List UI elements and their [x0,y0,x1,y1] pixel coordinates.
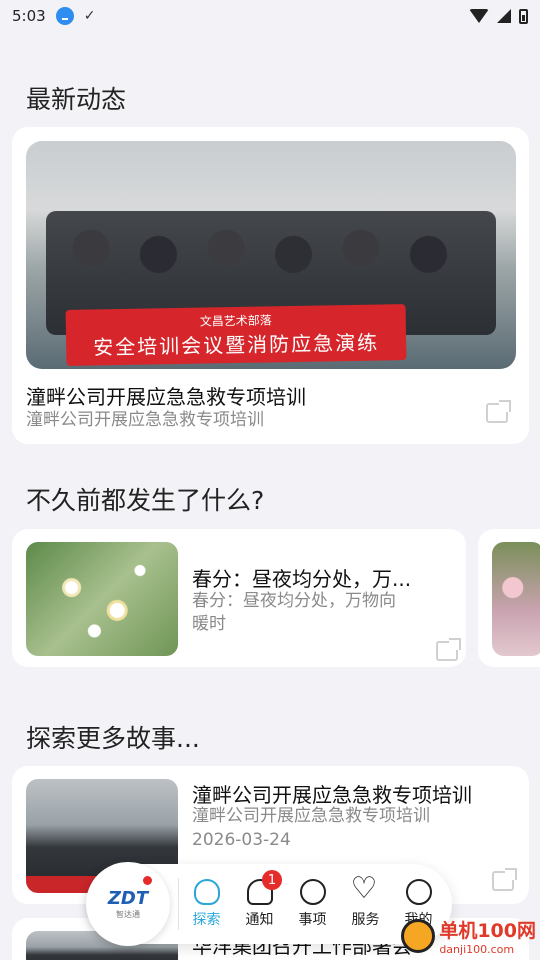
hero-subtitle: 潼畔公司开展应急急救专项培训 [26,410,264,430]
watermark-logo-icon [401,919,436,953]
heart-icon [351,871,379,906]
nav-item-notify[interactable]: 1 通知 [233,864,286,944]
photo-banner: 文昌艺术部落 安全培训会议暨消防应急演练 [65,304,407,366]
section-title-latest: 最新动态 [26,85,127,114]
nav-item-matters[interactable]: 事项 [286,864,339,944]
share-icon[interactable] [486,400,511,423]
bottom-nav: ZDT 智达通 探索 1 通知 事项 服务 我的 [86,862,452,946]
section-title-recent: 不久前都发生了什么? [26,486,265,515]
recent-title: 春分：昼夜均分处，万... [192,567,412,591]
status-bar: 5:03 ✓ [0,0,540,32]
nav-label-explore: 探索 [192,912,221,928]
nav-label-notify: 通知 [245,912,274,928]
story-subtitle: 潼畔公司开展应急急救专项培训 [192,806,430,826]
logo-subtext: 智达通 [116,910,140,919]
lightbulb-icon [193,879,220,905]
app-logo-button[interactable]: ZDT 智达通 [86,862,170,946]
nav-label-matters: 事项 [298,912,327,928]
status-time: 5:03 [12,7,46,25]
hero-news-card[interactable]: 文昌艺术部落 安全培训会议暨消防应急演练 潼畔公司开展应急急救专项培训 潼畔公司… [12,127,529,444]
section-title-explore: 探索更多故事... [26,724,200,753]
logo-text: ZDT [107,888,149,909]
check-icon: ✓ [83,8,96,24]
share-icon[interactable] [492,868,517,891]
recent-thumbnail-next [492,542,540,656]
hero-photo: 文昌艺术部落 安全培训会议暨消防应急演练 [26,141,516,369]
watermark-line1: 单机100网 [439,920,536,942]
recent-thumbnail [26,542,178,656]
nav-item-service[interactable]: 服务 [339,864,392,944]
recent-subtitle-line2: 暖时 [192,614,226,634]
battery-icon [519,8,528,24]
logo-dot [143,876,152,885]
hero-title: 潼畔公司开展应急急救专项培训 [26,385,306,409]
banner-line1: 文昌艺术部落 [199,313,272,329]
recent-card-next[interactable] [478,529,540,667]
watermark: 单机100网 danji100.com [401,916,536,956]
story-date: 2026-03-24 [192,830,291,850]
nav-divider [178,878,179,930]
smiley-icon [299,879,326,905]
recent-card[interactable]: 春分：昼夜均分处，万... 春分：昼夜均分处，万物向 暖时 [12,529,466,667]
download-icon [55,7,74,25]
profile-face-icon [405,879,432,905]
notify-badge: 1 [262,870,282,890]
recent-subtitle-line1: 春分：昼夜均分处，万物向 [192,591,396,611]
watermark-line2: danji100.com [439,943,515,956]
nav-item-explore[interactable]: 探索 [180,864,233,944]
wifi-icon [469,9,489,23]
banner-line2: 安全培训会议暨消防应急演练 [92,330,380,360]
status-icons [469,8,528,24]
nav-label-service: 服务 [351,912,380,928]
signal-icon [497,9,511,23]
share-icon[interactable] [436,638,461,661]
